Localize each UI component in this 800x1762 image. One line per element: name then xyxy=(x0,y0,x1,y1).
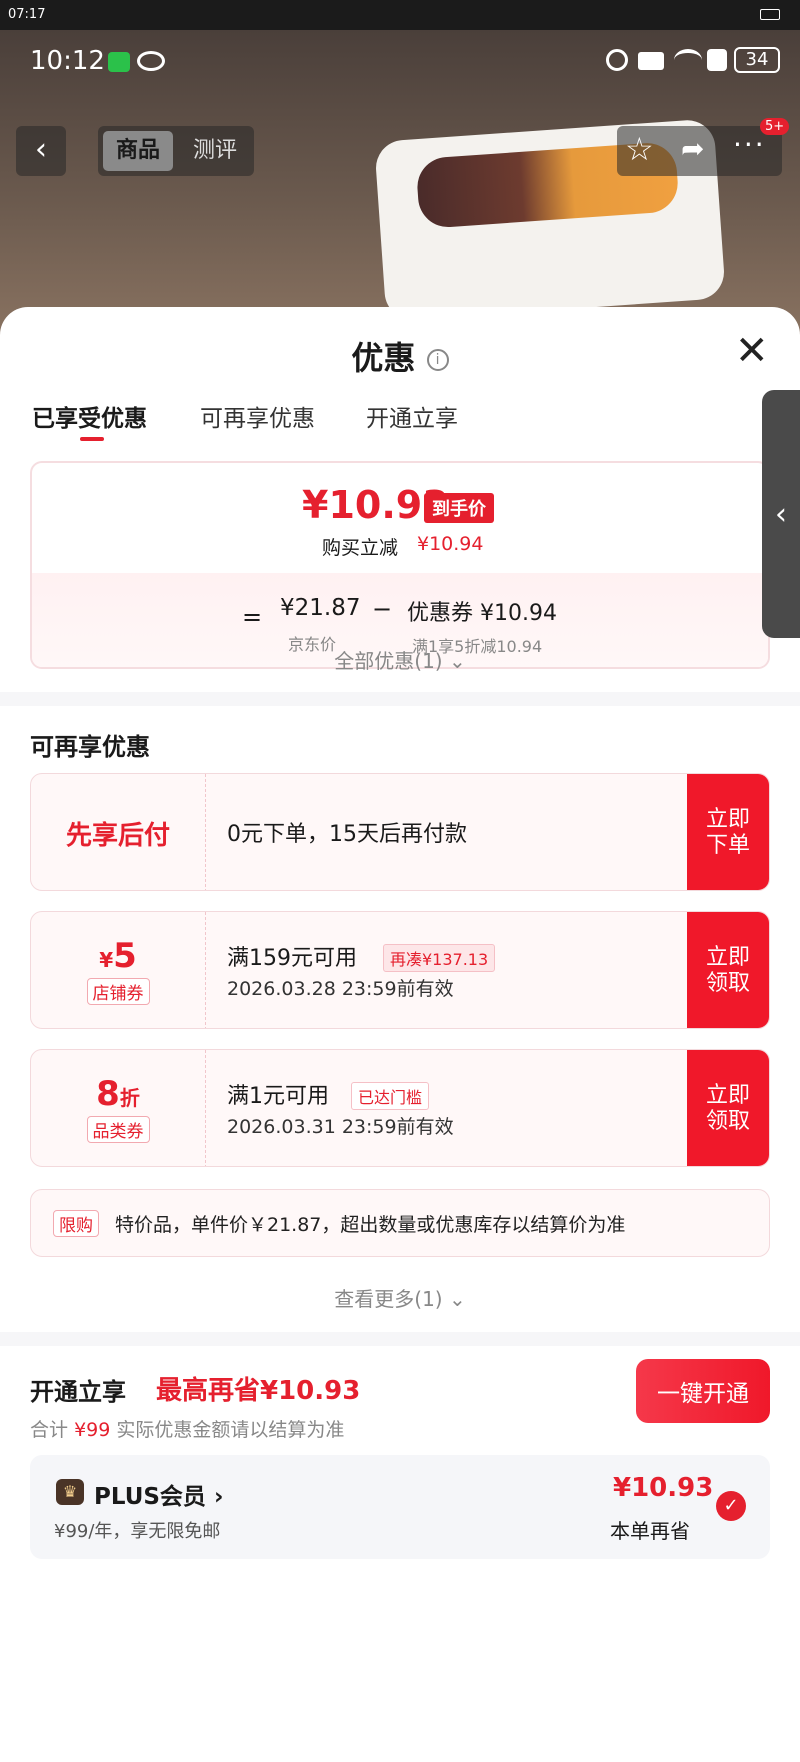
tab-more-discounts[interactable]: 可再享优惠 xyxy=(200,399,315,433)
plus-save-value: ¥10.93 xyxy=(613,1473,714,1503)
one-click-open-button[interactable]: 一键开通 xyxy=(636,1359,770,1423)
camera-icon xyxy=(638,52,664,70)
coupon-category[interactable]: 8折 品类券 满1元可用 已达门槛 2026.03.31 23:59前有效 立即… xyxy=(30,1049,770,1167)
favorite-star-icon[interactable]: ☆ xyxy=(625,130,654,168)
category-coupon-badge: 已达门槛 xyxy=(351,1082,430,1110)
store-coupon-badge: 再凑¥137.13 xyxy=(383,944,496,972)
discount-suffix: 折 xyxy=(119,1086,140,1110)
total-prefix: 合计 xyxy=(30,1419,69,1441)
back-button[interactable]: ‹ xyxy=(16,126,66,176)
discount-label: 购买立减 xyxy=(322,537,399,559)
see-more-label: 查看更多(1) xyxy=(334,1287,443,1311)
coupon-amount: 优惠券 ¥10.94 xyxy=(407,601,557,626)
chevron-left-icon: ‹ xyxy=(775,496,787,532)
store-coupon-date: 2026.03.28 23:59前有效 xyxy=(227,978,454,1000)
wechat-icon xyxy=(108,52,130,72)
battery-indicator: 34 xyxy=(734,47,780,73)
plus-member-card[interactable]: ♛ PLUS会员 › ¥99/年，享无限免邮 ¥10.93 本单再省 ✓ xyxy=(30,1455,770,1559)
store-coupon-condition: 满159元可用 xyxy=(227,946,357,971)
share-icon[interactable]: ➦ xyxy=(681,132,704,165)
coupon-store[interactable]: ¥5 店铺券 满159元可用 再凑¥137.13 2026.03.28 23:5… xyxy=(30,911,770,1029)
system-time: 07:17 xyxy=(8,7,46,22)
tab-indicator xyxy=(80,437,104,441)
tab-review[interactable]: 测评 xyxy=(183,131,247,171)
jd-price: ¥21.87 xyxy=(280,595,361,621)
more-icon[interactable]: ··· xyxy=(733,128,766,161)
store-coupon-value: 5 xyxy=(113,936,137,976)
category-coupon-value: 8 xyxy=(96,1074,120,1114)
alert-icon xyxy=(707,49,727,71)
sheet-title-text: 优惠 xyxy=(351,339,416,377)
minus-sign: − xyxy=(372,595,393,623)
all-discounts-label: 全部优惠(1) xyxy=(334,649,443,673)
info-icon[interactable]: i xyxy=(426,349,449,371)
eye-icon xyxy=(137,51,165,71)
chevron-down-icon: ⌄ xyxy=(448,1287,466,1311)
claim-category-coupon-button[interactable]: 立即 领取 xyxy=(687,1050,769,1166)
purchase-limit-notice: 限购 特价品，单件价￥21.87，超出数量或优惠库存以结算价为准 xyxy=(30,1189,770,1257)
open-section-title: 开通立享 xyxy=(30,1378,126,1406)
see-more-toggle[interactable]: 查看更多(1) ⌄ xyxy=(0,1283,800,1312)
plus-save-label: 本单再省 xyxy=(610,1519,690,1543)
total-line: 合计 ¥99 实际优惠金额请以结算为准 xyxy=(30,1415,344,1442)
alarm-icon xyxy=(606,49,628,71)
store-coupon-tag: 店铺券 xyxy=(86,978,150,1005)
chevron-right-icon: › xyxy=(213,1484,224,1510)
tab-enjoyed[interactable]: 已享受优惠 xyxy=(32,399,147,433)
selected-check-icon[interactable]: ✓ xyxy=(716,1491,746,1521)
side-panel-handle[interactable]: ‹ xyxy=(762,390,800,638)
equals-sign: = xyxy=(242,603,263,631)
chevron-down-icon: ⌄ xyxy=(448,649,466,673)
discount-sheet: 优惠 i ✕ 已享受优惠 可再享优惠 开通立享 ¥10.93 到手价 购买立减 … xyxy=(0,307,800,1762)
category-coupon-tag: 品类券 xyxy=(86,1116,150,1143)
tab-open-membership[interactable]: 开通立享 xyxy=(366,399,458,433)
action-group: ☆ ➦ ··· xyxy=(617,126,782,176)
max-save-text: 最高再省¥10.93 xyxy=(156,1376,361,1406)
price-summary-card: ¥10.93 到手价 购买立减 ¥10.94 = ¥21.87 京东价 − 优惠… xyxy=(30,461,770,669)
system-battery-icon xyxy=(760,9,780,20)
limit-tag: 限购 xyxy=(53,1210,99,1237)
discount-value: ¥10.94 xyxy=(417,533,484,555)
sheet-title: 优惠 i xyxy=(0,333,800,379)
section-divider-2 xyxy=(0,1332,800,1346)
message-badge: 5+ xyxy=(760,118,790,135)
all-discounts-toggle[interactable]: 全部优惠(1) ⌄ xyxy=(0,645,800,674)
plus-member-name[interactable]: PLUS会员 › xyxy=(94,1477,223,1511)
product-image: 10:12 34 ‹ 商品 测评 ☆ ➦ ··· 5+ xyxy=(0,30,800,340)
section-divider xyxy=(0,692,800,706)
category-coupon-condition: 满1元可用 xyxy=(227,1084,329,1109)
order-now-button[interactable]: 立即 下单 xyxy=(687,774,769,890)
plus-name-text: PLUS会员 xyxy=(94,1484,206,1510)
more-section-title: 可再享优惠 xyxy=(30,733,150,761)
store-coupon-left: ¥5 店铺券 xyxy=(31,912,206,1028)
total-suffix: 实际优惠金额请以结算为准 xyxy=(116,1419,345,1441)
tab-switcher: 商品 测评 xyxy=(98,126,254,176)
pay-later-title: 先享后付 xyxy=(31,774,206,890)
system-bar: 07:17 xyxy=(0,0,800,30)
final-price-tag: 到手价 xyxy=(424,493,494,523)
crown-icon: ♛ xyxy=(56,1479,84,1505)
status-time: 10:12 xyxy=(30,46,105,76)
wifi-icon xyxy=(674,49,702,71)
category-coupon-left: 8折 品类券 xyxy=(31,1050,206,1166)
currency-symbol: ¥ xyxy=(99,948,114,972)
pay-later-text: 0元下单，15天后再付款 xyxy=(227,822,467,847)
claim-store-coupon-button[interactable]: 立即 领取 xyxy=(687,912,769,1028)
close-icon[interactable]: ✕ xyxy=(735,331,769,371)
category-coupon-date: 2026.03.31 23:59前有效 xyxy=(227,1116,454,1138)
limit-text: 特价品，单件价￥21.87，超出数量或优惠库存以结算价为准 xyxy=(115,1214,626,1236)
tab-product[interactable]: 商品 xyxy=(103,131,173,171)
total-value: ¥99 xyxy=(74,1419,111,1441)
coupon-pay-later[interactable]: 先享后付 0元下单，15天后再付款 立即 下单 xyxy=(30,773,770,891)
plus-member-desc: ¥99/年，享无限免邮 xyxy=(54,1521,221,1542)
